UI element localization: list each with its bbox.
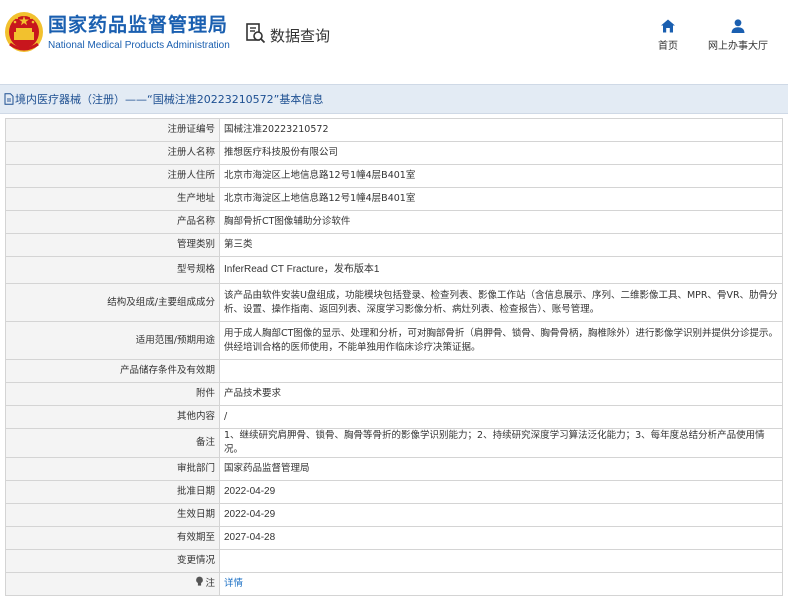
site-header: 国家药品监督管理局 National Medical Products Admi… [0,0,788,74]
table-row: 其他内容 / [5,405,783,429]
document-search-icon [244,22,266,48]
row-value: 该产品由软件安装U盘组成，功能模块包括登录、检查列表、影像工作站（含信息展示、序… [219,283,783,322]
note-row-label: 注 [5,572,220,596]
row-value: 第三类 [219,233,783,257]
table-row: 生产地址 北京市海淀区上地信息路12号1幢4层B401室 [5,187,783,211]
row-value: 国家药品监督管理局 [219,457,783,481]
nav-home[interactable]: 首页 [658,18,678,52]
row-label: 生产地址 [5,187,220,211]
table-row: 型号规格 InferRead CT Fracture，发布版本1 [5,256,783,284]
row-label: 适用范围/预期用途 [5,321,220,360]
lightbulb-icon [195,576,204,592]
row-label: 批准日期 [5,480,220,504]
document-icon [4,90,14,109]
table-row: 批准日期 2022-04-29 [5,480,783,504]
row-label: 生效日期 [5,503,220,527]
table-row: 附件 产品技术要求 [5,382,783,406]
row-label: 注册人名称 [5,141,220,165]
table-row: 产品储存条件及有效期 [5,359,783,383]
record-title: 境内医疗器械（注册）——“国械注准20223210572”基本信息 [15,93,324,106]
row-value [219,549,783,573]
row-value: 2022-04-29 [219,480,783,504]
row-label: 产品名称 [5,210,220,234]
row-label: 备注 [5,428,220,458]
row-label: 注册证编号 [5,118,220,142]
row-value: 北京市海淀区上地信息路12号1幢4层B401室 [219,164,783,188]
note-label: 注 [205,578,215,589]
table-row: 审批部门 国家药品监督管理局 [5,457,783,481]
row-value: 2027-04-28 [219,526,783,550]
site-name-cn[interactable]: 国家药品监督管理局 [48,10,228,37]
row-value: InferRead CT Fracture，发布版本1 [219,256,783,284]
row-label: 型号规格 [5,256,220,284]
row-label: 附件 [5,382,220,406]
row-label: 变更情况 [5,549,220,573]
table-row: 产品名称 胸部骨折CT图像辅助分诊软件 [5,210,783,234]
row-value: 推想医疗科技股份有限公司 [219,141,783,165]
site-name-en[interactable]: National Medical Products Administration [48,40,230,51]
user-icon [708,18,768,34]
table-row: 备注 1、继续研究肩胛骨、锁骨、胸骨等骨折的影像学识别能力；2、持续研究深度学习… [5,428,783,458]
nav-office-label: 网上办事大厅 [708,41,768,52]
row-label: 审批部门 [5,457,220,481]
row-value: 详情 [219,572,783,596]
home-icon [658,18,678,34]
table-row: 生效日期 2022-04-29 [5,503,783,527]
data-query-link[interactable]: 数据查询 [244,22,330,48]
row-value: 产品技术要求 [219,382,783,406]
device-info-table: 注册证编号 国械注准20223210572 注册人名称 推想医疗科技股份有限公司… [5,118,783,596]
table-row: 结构及组成/主要组成成分 该产品由软件安装U盘组成，功能模块包括登录、检查列表、… [5,283,783,322]
table-row: 注册人住所 北京市海淀区上地信息路12号1幢4层B401室 [5,164,783,188]
nav-home-label: 首页 [658,41,678,52]
row-value: 北京市海淀区上地信息路12号1幢4层B401室 [219,187,783,211]
row-label: 其他内容 [5,405,220,429]
row-value: / [219,405,783,429]
row-value: 1、继续研究肩胛骨、锁骨、胸骨等骨折的影像学识别能力；2、持续研究深度学习算法泛… [219,428,783,458]
table-row: 有效期至 2027-04-28 [5,526,783,550]
table-row: 管理类别 第三类 [5,233,783,257]
national-emblem-icon[interactable] [4,10,44,54]
row-value: 胸部骨折CT图像辅助分诊软件 [219,210,783,234]
nav-online-office[interactable]: 网上办事大厅 [708,18,768,52]
row-label: 有效期至 [5,526,220,550]
table-row: 注 详情 [5,572,783,596]
details-link[interactable]: 详情 [224,578,243,589]
table-row: 注册证编号 国械注准20223210572 [5,118,783,142]
row-label: 产品储存条件及有效期 [5,359,220,383]
table-row: 注册人名称 推想医疗科技股份有限公司 [5,141,783,165]
row-label: 管理类别 [5,233,220,257]
row-label: 结构及组成/主要组成成分 [5,283,220,322]
row-value [219,359,783,383]
table-row: 变更情况 [5,549,783,573]
row-value: 2022-04-29 [219,503,783,527]
data-query-label: 数据查询 [270,26,331,45]
table-row: 适用范围/预期用途 用于成人胸部CT图像的显示、处理和分析，可对胸部骨折（肩胛骨… [5,321,783,360]
row-label: 注册人住所 [5,164,220,188]
row-value: 国械注准20223210572 [219,118,783,142]
record-title-bar: 境内医疗器械（注册）——“国械注准20223210572”基本信息 [0,84,788,114]
row-value: 用于成人胸部CT图像的显示、处理和分析，可对胸部骨折（肩胛骨、锁骨、胸骨骨柄，胸… [219,321,783,360]
